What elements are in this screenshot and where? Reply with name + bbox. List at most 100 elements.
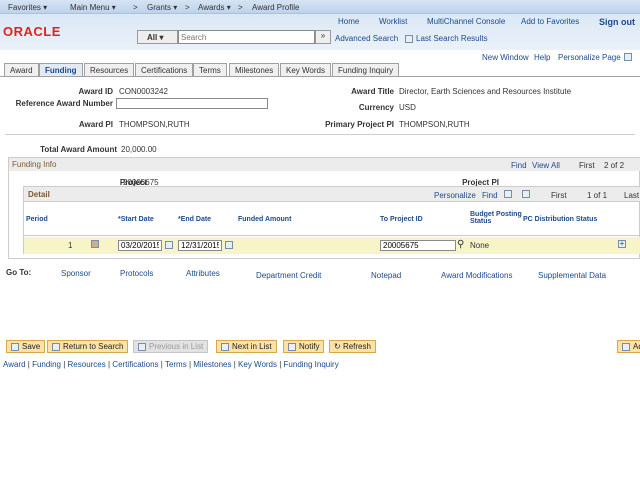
funding-info-title: Funding Info (12, 160, 57, 169)
tab-milestones[interactable]: Milestones (229, 63, 280, 76)
award-id-value: CON0003242 (119, 87, 168, 96)
goto-label: Go To: (6, 268, 32, 277)
last-search-results-link[interactable]: Last Search Results (405, 34, 488, 43)
award-modifications-link[interactable]: Award Modifications (441, 271, 512, 280)
footer-milestones-link[interactable]: Milestones (193, 360, 231, 369)
to-project-id-input[interactable] (380, 240, 456, 251)
sponsor-link[interactable]: Sponsor (61, 269, 91, 278)
help-link[interactable]: Help (534, 53, 550, 62)
download-icon[interactable] (522, 190, 530, 198)
previous-icon (138, 342, 146, 351)
header: ORACLE Home Worklist MultiChannel Consol… (0, 14, 640, 50)
notify-icon (288, 342, 296, 351)
divider (5, 134, 635, 135)
zoom-grid-icon[interactable] (504, 190, 512, 198)
first-label: First (579, 161, 595, 170)
scope-value: All (147, 33, 158, 42)
new-window-link[interactable]: New Window (482, 53, 529, 62)
breadcrumb-nav: Favorites ▾ Main Menu ▾ > Grants ▾ > Awa… (0, 0, 640, 14)
reference-award-input[interactable] (116, 98, 268, 109)
calendar-icon[interactable] (225, 241, 233, 249)
notepad-link[interactable]: Notepad (371, 271, 401, 280)
award-profile-crumb[interactable]: Award Profile (252, 3, 299, 12)
tab-terms[interactable]: Terms (193, 63, 227, 76)
search-scope-select[interactable]: All ▾ (137, 30, 178, 44)
col-to-project-id: To Project ID (380, 216, 423, 223)
footer-resources-link[interactable]: Resources (68, 360, 106, 369)
detail-count: 1 of 1 (587, 191, 608, 200)
previous-in-list-button[interactable]: Previous in List (133, 340, 209, 353)
tab-key-words[interactable]: Key Words (280, 63, 331, 76)
footer-terms-link[interactable]: Terms (165, 360, 187, 369)
search-results-icon (405, 34, 413, 43)
save-button[interactable]: Save (6, 340, 46, 353)
refresh-label: Refresh (342, 342, 371, 351)
oracle-logo: ORACLE (3, 24, 61, 39)
advanced-search-link[interactable]: Advanced Search (335, 34, 398, 43)
footer-funding-inquiry-link[interactable]: Funding Inquiry (284, 360, 339, 369)
search-go-button[interactable]: » (315, 30, 331, 44)
home-link[interactable]: Home (338, 17, 359, 26)
primary-project-pi-value: THOMPSON,RUTH (399, 120, 470, 129)
return-to-search-button[interactable]: Return to Search (47, 340, 129, 353)
search-input[interactable] (178, 30, 315, 44)
next-label: Next in List (232, 342, 272, 351)
next-icon (221, 342, 229, 351)
award-title-label: Award Title (351, 87, 394, 96)
funding-find-link[interactable]: Find (511, 161, 527, 170)
worklist-link[interactable]: Worklist (379, 17, 407, 26)
award-pi-value: THOMPSON,RUTH (119, 120, 190, 129)
grid-icon[interactable] (624, 53, 632, 61)
tab-divider (0, 76, 640, 77)
footer-funding-link[interactable]: Funding (32, 360, 61, 369)
favorites-menu[interactable]: Favorites ▾ (8, 3, 47, 12)
tab-funding[interactable]: Funding (39, 63, 83, 76)
col-pc-distribution-status: PC Distribution Status (523, 216, 598, 223)
detail-title: Detail (28, 190, 50, 199)
multichannel-link[interactable]: MultiChannel Console (427, 17, 505, 26)
sign-out-link[interactable]: Sign out (599, 17, 635, 27)
footer-certifications-link[interactable]: Certifications (112, 360, 158, 369)
start-date-input[interactable] (118, 240, 162, 251)
breadcrumb-sep: > (238, 3, 243, 12)
footer-award-link[interactable]: Award (3, 360, 26, 369)
attributes-link[interactable]: Attributes (186, 269, 220, 278)
row-detail-icon[interactable] (91, 240, 99, 248)
tab-resources[interactable]: Resources (84, 63, 135, 76)
personalize-page-link[interactable]: Personalize Page (558, 53, 621, 62)
detail-grid: Detail Personalize Find First 1 of 1 Las… (23, 186, 640, 254)
footer-key-words-link[interactable]: Key Words (238, 360, 277, 369)
total-award-label: Total Award Amount (40, 145, 117, 154)
department-credit-link[interactable]: Department Credit (256, 271, 321, 280)
period-value: 1 (68, 241, 73, 250)
add-row-icon[interactable]: + (618, 240, 626, 248)
budget-status-value: None (470, 241, 490, 250)
supplemental-data-link[interactable]: Supplemental Data (538, 271, 606, 280)
main-menu[interactable]: Main Menu ▾ (70, 3, 116, 12)
view-all-link[interactable]: View All (532, 161, 560, 170)
tab-funding-inquiry[interactable]: Funding Inquiry (332, 63, 400, 76)
next-in-list-button[interactable]: Next in List (216, 340, 277, 353)
add-icon (622, 342, 630, 351)
detail-find-link[interactable]: Find (482, 191, 498, 200)
grants-menu[interactable]: Grants ▾ (147, 3, 177, 12)
add-button[interactable]: Ad (617, 340, 640, 353)
tab-award[interactable]: Award (4, 63, 39, 76)
award-title-value: Director, Earth Sciences and Resources I… (399, 87, 572, 96)
notify-button[interactable]: Notify (283, 340, 325, 353)
lookup-icon[interactable]: ⚲ (457, 239, 464, 250)
add-favorites-link[interactable]: Add to Favorites (521, 17, 579, 26)
col-funded-amount: Funded Amount (238, 216, 292, 223)
refresh-button[interactable]: ↻ Refresh (329, 340, 376, 353)
personalize-link[interactable]: Personalize (434, 191, 476, 200)
total-award-value: 20,000.00 (121, 145, 157, 154)
save-label: Save (22, 342, 41, 351)
col-period: Period (26, 216, 48, 223)
protocols-link[interactable]: Protocols (120, 269, 153, 278)
awards-menu[interactable]: Awards ▾ (198, 3, 231, 12)
reference-award-label: Reference Award Number (15, 99, 113, 108)
end-date-input[interactable] (178, 240, 222, 251)
tab-certifications[interactable]: Certifications (135, 63, 194, 76)
calendar-icon[interactable] (165, 241, 173, 249)
award-pi-label: Award PI (78, 120, 113, 129)
